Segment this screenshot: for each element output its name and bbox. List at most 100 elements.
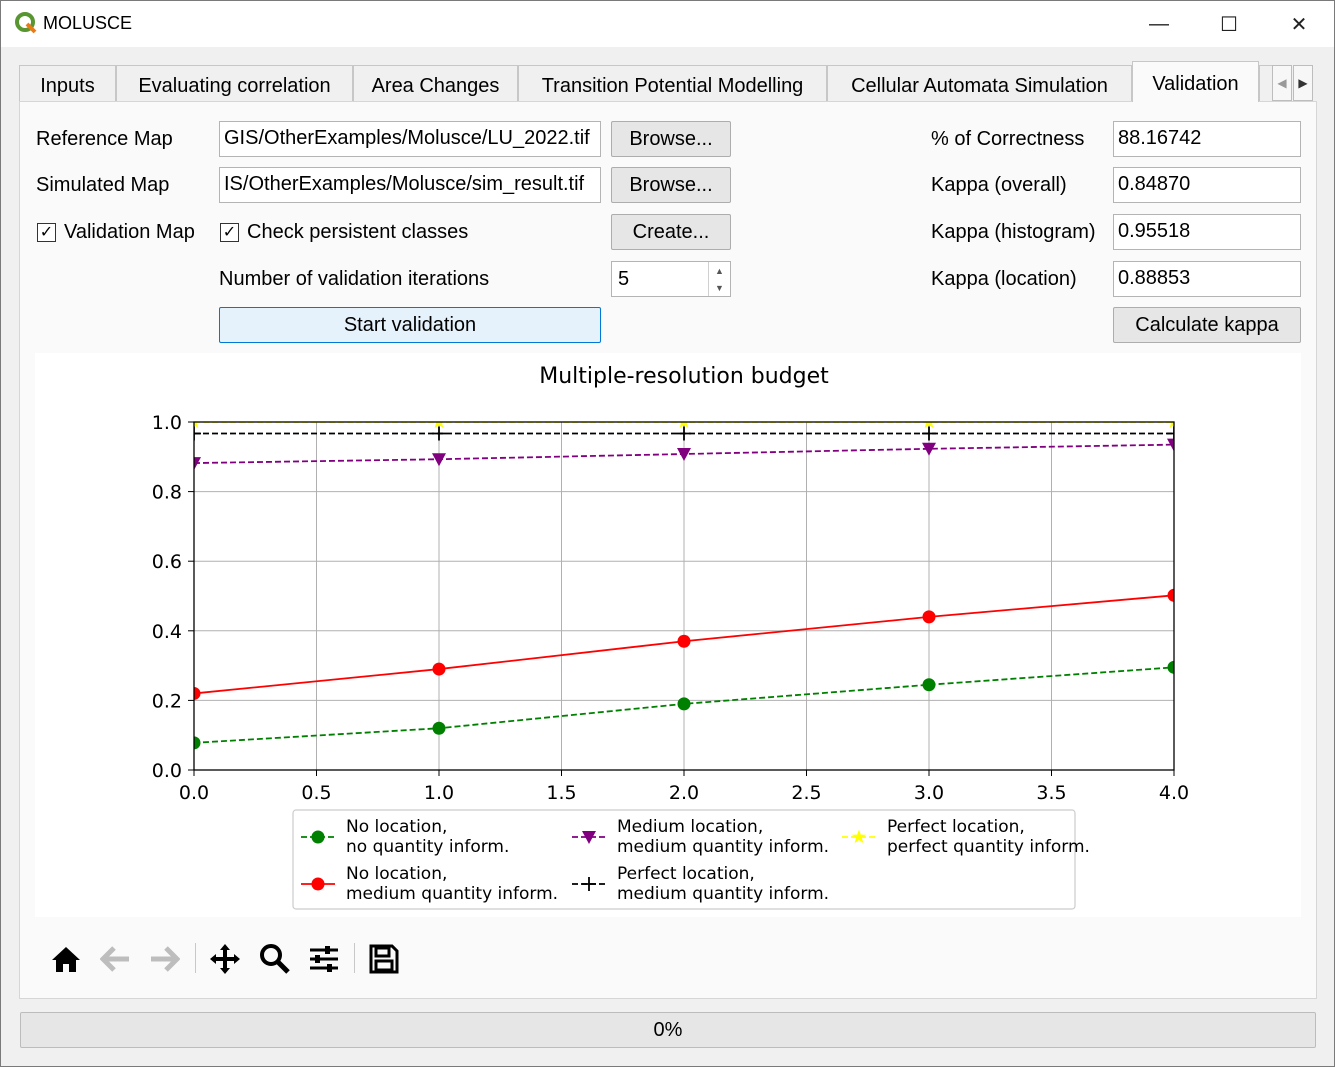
spin-down-icon[interactable]: ▼ bbox=[709, 279, 730, 296]
data-point bbox=[677, 697, 691, 711]
reference-browse-button[interactable]: Browse... bbox=[611, 121, 731, 157]
simulated-map-input[interactable]: IS/OtherExamples/Molusce/sim_result.tif bbox=[219, 167, 601, 203]
y-tick-label: 0.2 bbox=[152, 690, 182, 712]
save-icon bbox=[369, 944, 399, 974]
create-button[interactable]: Create... bbox=[611, 214, 731, 250]
forward-arrow-icon bbox=[151, 946, 180, 972]
chevron-right-icon: ▶ bbox=[1298, 76, 1308, 90]
maximize-icon: ☐ bbox=[1220, 13, 1238, 36]
iterations-spinbox[interactable]: 5 ▲ ▼ bbox=[611, 261, 731, 297]
home-button[interactable] bbox=[46, 937, 86, 981]
kappa-location-label: Kappa (location) bbox=[931, 268, 1077, 290]
window-title: MOLUSCE bbox=[43, 13, 133, 33]
maximize-button[interactable]: ☐ bbox=[1195, 1, 1263, 47]
iterations-value: 5 bbox=[618, 268, 630, 290]
legend-label: Medium location, bbox=[617, 817, 763, 837]
kappa-location-field[interactable]: 0.88853 bbox=[1113, 261, 1301, 297]
tab-area-changes[interactable]: Area Changes bbox=[353, 65, 518, 102]
legend-label: Perfect location, bbox=[617, 864, 755, 884]
x-tick-label: 2.0 bbox=[669, 782, 699, 804]
data-point bbox=[677, 448, 691, 462]
correctness-field[interactable]: 88.16742 bbox=[1113, 121, 1301, 157]
tab-label: Area Changes bbox=[371, 74, 500, 97]
configure-subplots-icon bbox=[310, 946, 338, 972]
kappa-histogram-field[interactable]: 0.95518 bbox=[1113, 214, 1301, 250]
y-tick-label: 0.8 bbox=[152, 482, 182, 504]
checkmark-icon: ✓ bbox=[39, 224, 54, 241]
simulated-browse-button[interactable]: Browse... bbox=[611, 167, 731, 203]
x-tick-label: 3.5 bbox=[1036, 782, 1066, 804]
legend-label: perfect quantity inform. bbox=[887, 837, 1090, 857]
tab-validation[interactable]: Validation bbox=[1132, 61, 1259, 102]
spin-up-icon[interactable]: ▲ bbox=[709, 262, 730, 279]
zoom-button[interactable] bbox=[255, 937, 295, 981]
data-point bbox=[432, 662, 446, 676]
calculate-kappa-button[interactable]: Calculate kappa bbox=[1113, 307, 1301, 343]
qgis-logo-icon bbox=[15, 12, 37, 34]
toolbar-separator bbox=[195, 943, 196, 973]
y-tick-label: 0.0 bbox=[152, 760, 182, 782]
x-tick-label: 1.5 bbox=[546, 782, 576, 804]
kappa-overall-label: Kappa (overall) bbox=[931, 174, 1067, 196]
tab-label: Cellular Automata Simulation bbox=[851, 74, 1108, 97]
legend-label: no quantity inform. bbox=[346, 837, 509, 857]
tab-scroll-right-button[interactable]: ▶ bbox=[1293, 65, 1313, 101]
close-button[interactable]: ✕ bbox=[1265, 1, 1333, 47]
simulated-map-label: Simulated Map bbox=[36, 174, 170, 196]
tab-cellular-automata-simulation[interactable]: Cellular Automata Simulation bbox=[827, 65, 1132, 102]
data-point bbox=[677, 426, 691, 441]
minimize-button[interactable]: — bbox=[1125, 1, 1193, 47]
save-button[interactable] bbox=[364, 937, 404, 981]
kappa-overall-field[interactable]: 0.84870 bbox=[1113, 167, 1301, 203]
pan-icon bbox=[210, 944, 240, 974]
legend-marker bbox=[311, 877, 325, 891]
tab-evaluating-correlation[interactable]: Evaluating correlation bbox=[116, 65, 353, 102]
home-icon bbox=[52, 947, 80, 972]
legend-label: medium quantity inform. bbox=[617, 837, 829, 857]
start-validation-button[interactable]: Start validation bbox=[219, 307, 601, 343]
y-tick-label: 0.4 bbox=[152, 621, 182, 643]
main-window: MOLUSCE — ☐ ✕ Inputs Evaluating correlat… bbox=[0, 0, 1335, 1067]
legend-label: No location, bbox=[346, 864, 447, 884]
y-tick-label: 1.0 bbox=[152, 412, 182, 434]
legend-label: Perfect location, bbox=[887, 817, 1025, 837]
data-point bbox=[922, 678, 936, 692]
forward-button[interactable] bbox=[144, 937, 184, 981]
tab-label: Evaluating correlation bbox=[138, 74, 331, 97]
tab-inputs[interactable]: Inputs bbox=[19, 65, 116, 102]
minimize-icon: — bbox=[1149, 12, 1169, 35]
iterations-label: Number of validation iterations bbox=[219, 268, 490, 290]
chart-canvas[interactable]: Multiple-resolution budget 0.0 0.5 1.0 1.5 2.… bbox=[35, 353, 1301, 917]
progress-label: 0% bbox=[653, 1018, 683, 1041]
validation-map-checkbox[interactable]: ✓ bbox=[37, 223, 56, 242]
persistent-classes-checkbox[interactable]: ✓ bbox=[220, 223, 239, 242]
reference-map-label: Reference Map bbox=[36, 128, 173, 150]
progress-bar: 0% bbox=[20, 1012, 1316, 1048]
tab-scroll-left-button[interactable]: ◀ bbox=[1272, 65, 1292, 101]
tab-label: Transition Potential Modelling bbox=[541, 74, 804, 97]
persistent-classes-label: Check persistent classes bbox=[247, 221, 469, 243]
back-button[interactable] bbox=[96, 937, 136, 981]
back-arrow-icon bbox=[100, 946, 129, 972]
data-point bbox=[432, 721, 446, 735]
toolbar-separator bbox=[354, 943, 355, 973]
close-icon: ✕ bbox=[1290, 13, 1308, 36]
kappa-histogram-label: Kappa (histogram) bbox=[931, 221, 1096, 243]
pan-button[interactable] bbox=[205, 937, 245, 981]
legend-label: medium quantity inform. bbox=[346, 884, 558, 904]
configure-subplots-button[interactable] bbox=[304, 937, 344, 981]
zoom-icon bbox=[260, 944, 290, 974]
data-point bbox=[677, 634, 691, 648]
x-tick-label: 4.0 bbox=[1159, 782, 1189, 804]
validation-map-label: Validation Map bbox=[64, 221, 195, 243]
data-point bbox=[432, 453, 446, 467]
reference-map-input[interactable]: GIS/OtherExamples/Molusce/LU_2022.tif bbox=[219, 121, 601, 157]
x-tick-label: 0.0 bbox=[179, 782, 209, 804]
tab-transition-potential-modelling[interactable]: Transition Potential Modelling bbox=[518, 65, 827, 102]
chevron-left-icon: ◀ bbox=[1277, 76, 1287, 90]
data-point bbox=[922, 610, 936, 624]
legend-marker bbox=[311, 830, 325, 844]
multiresolution-budget-chart: Multiple-resolution budget 0.0 0.5 1.0 1.5 2.… bbox=[152, 364, 1189, 910]
legend-label: No location, bbox=[346, 817, 447, 837]
tab-label: Inputs bbox=[40, 74, 95, 97]
